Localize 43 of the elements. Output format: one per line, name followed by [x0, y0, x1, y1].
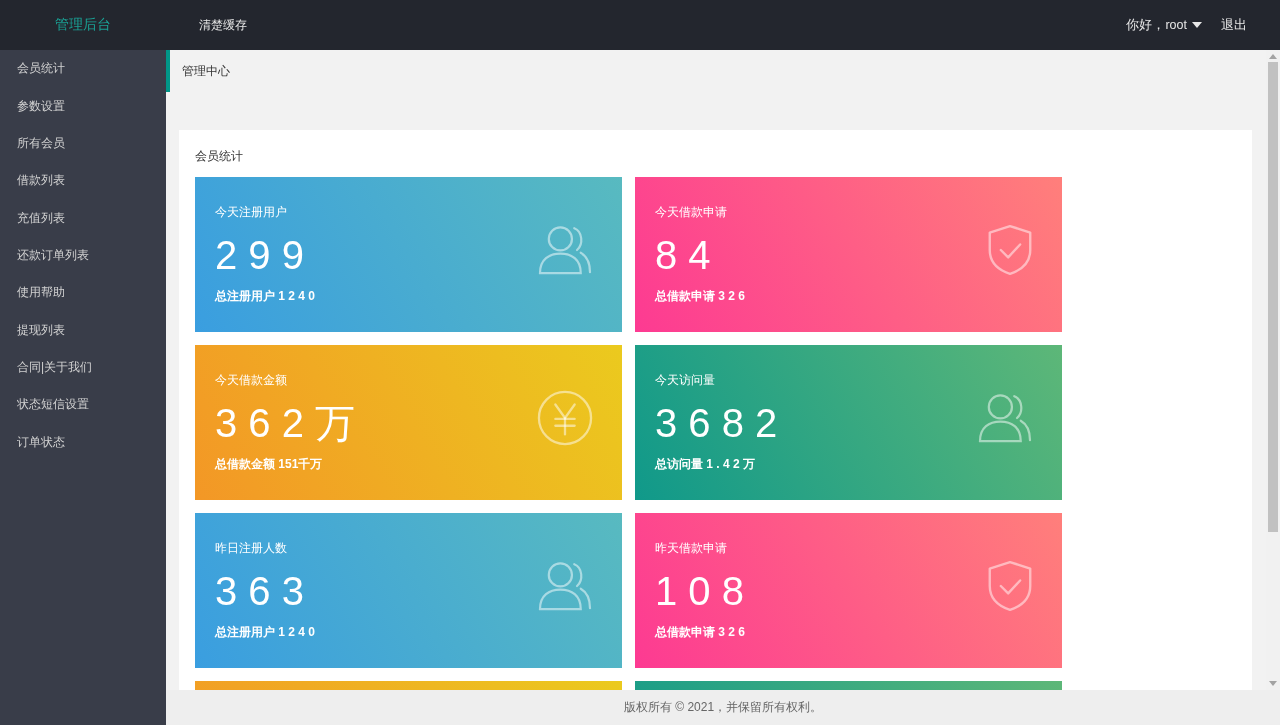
stat-value: 3 6 3	[215, 568, 304, 615]
stat-label: 今天借款申请	[655, 204, 727, 220]
clear-cache-link[interactable]: 清楚缓存	[199, 16, 247, 34]
breadcrumb-text: 管理中心	[182, 62, 230, 80]
caret-icon	[1192, 22, 1202, 28]
sidebar-item[interactable]: 状态短信设置	[0, 386, 166, 424]
stat-value: 1 0 8	[655, 568, 744, 615]
users-icon	[537, 225, 593, 275]
sidebar-item[interactable]: 还款订单列表	[0, 236, 166, 275]
stat-label: 昨日注册人数	[215, 540, 287, 556]
users-icon	[537, 561, 593, 611]
panel-title: 会员统计	[195, 147, 243, 165]
stat-total: 总注册用户 1 2 4 0	[215, 624, 316, 640]
stat-value: 2 9 9	[215, 232, 304, 279]
stat-value: 3 6 8 2	[655, 400, 778, 447]
copyright-text: 版权所有 © 2021，并保留所有权利。	[623, 699, 823, 716]
shield-check-icon	[987, 224, 1033, 276]
stat-value: 8 4	[655, 232, 711, 279]
yen-coin-icon	[537, 390, 593, 446]
users-icon	[977, 393, 1033, 443]
sidebar-item[interactable]: 充值列表	[0, 199, 166, 237]
stat-value: 3 6 2 万	[215, 400, 356, 447]
logout-link[interactable]: 退出	[1221, 16, 1247, 34]
sidebar-item[interactable]: 借款列表	[0, 162, 166, 200]
stat-label: 今天借款金额	[215, 372, 287, 388]
stat-label: 昨天借款申请	[655, 540, 727, 556]
stat-label: 今天访问量	[655, 372, 715, 388]
stat-label: 今天注册用户	[215, 204, 287, 220]
stat-total: 总借款申请 3 2 6	[655, 288, 746, 304]
user-menu[interactable]: 你好，root	[1126, 16, 1202, 34]
sidebar-item[interactable]: 使用帮助	[0, 274, 166, 312]
stat-total: 总访问量 1 . 4 2 万	[655, 456, 756, 472]
sidebar-item[interactable]: 提现列表	[0, 311, 166, 349]
sidebar-item[interactable]: 订单状态	[0, 423, 166, 461]
stat-total: 总注册用户 1 2 4 0	[215, 288, 316, 304]
stat-total: 总借款申请 3 2 6	[655, 624, 746, 640]
sidebar-item[interactable]: 合同|关于我们	[0, 348, 166, 387]
shield-check-icon	[987, 560, 1033, 612]
stat-total: 总借款金额 151千万	[215, 456, 323, 472]
sidebar-item[interactable]: 会员统计	[0, 50, 166, 88]
sidebar-item[interactable]: 参数设置	[0, 87, 166, 125]
app-logo-text: 管理后台	[55, 16, 111, 34]
sidebar-item[interactable]: 所有会员	[0, 124, 166, 163]
